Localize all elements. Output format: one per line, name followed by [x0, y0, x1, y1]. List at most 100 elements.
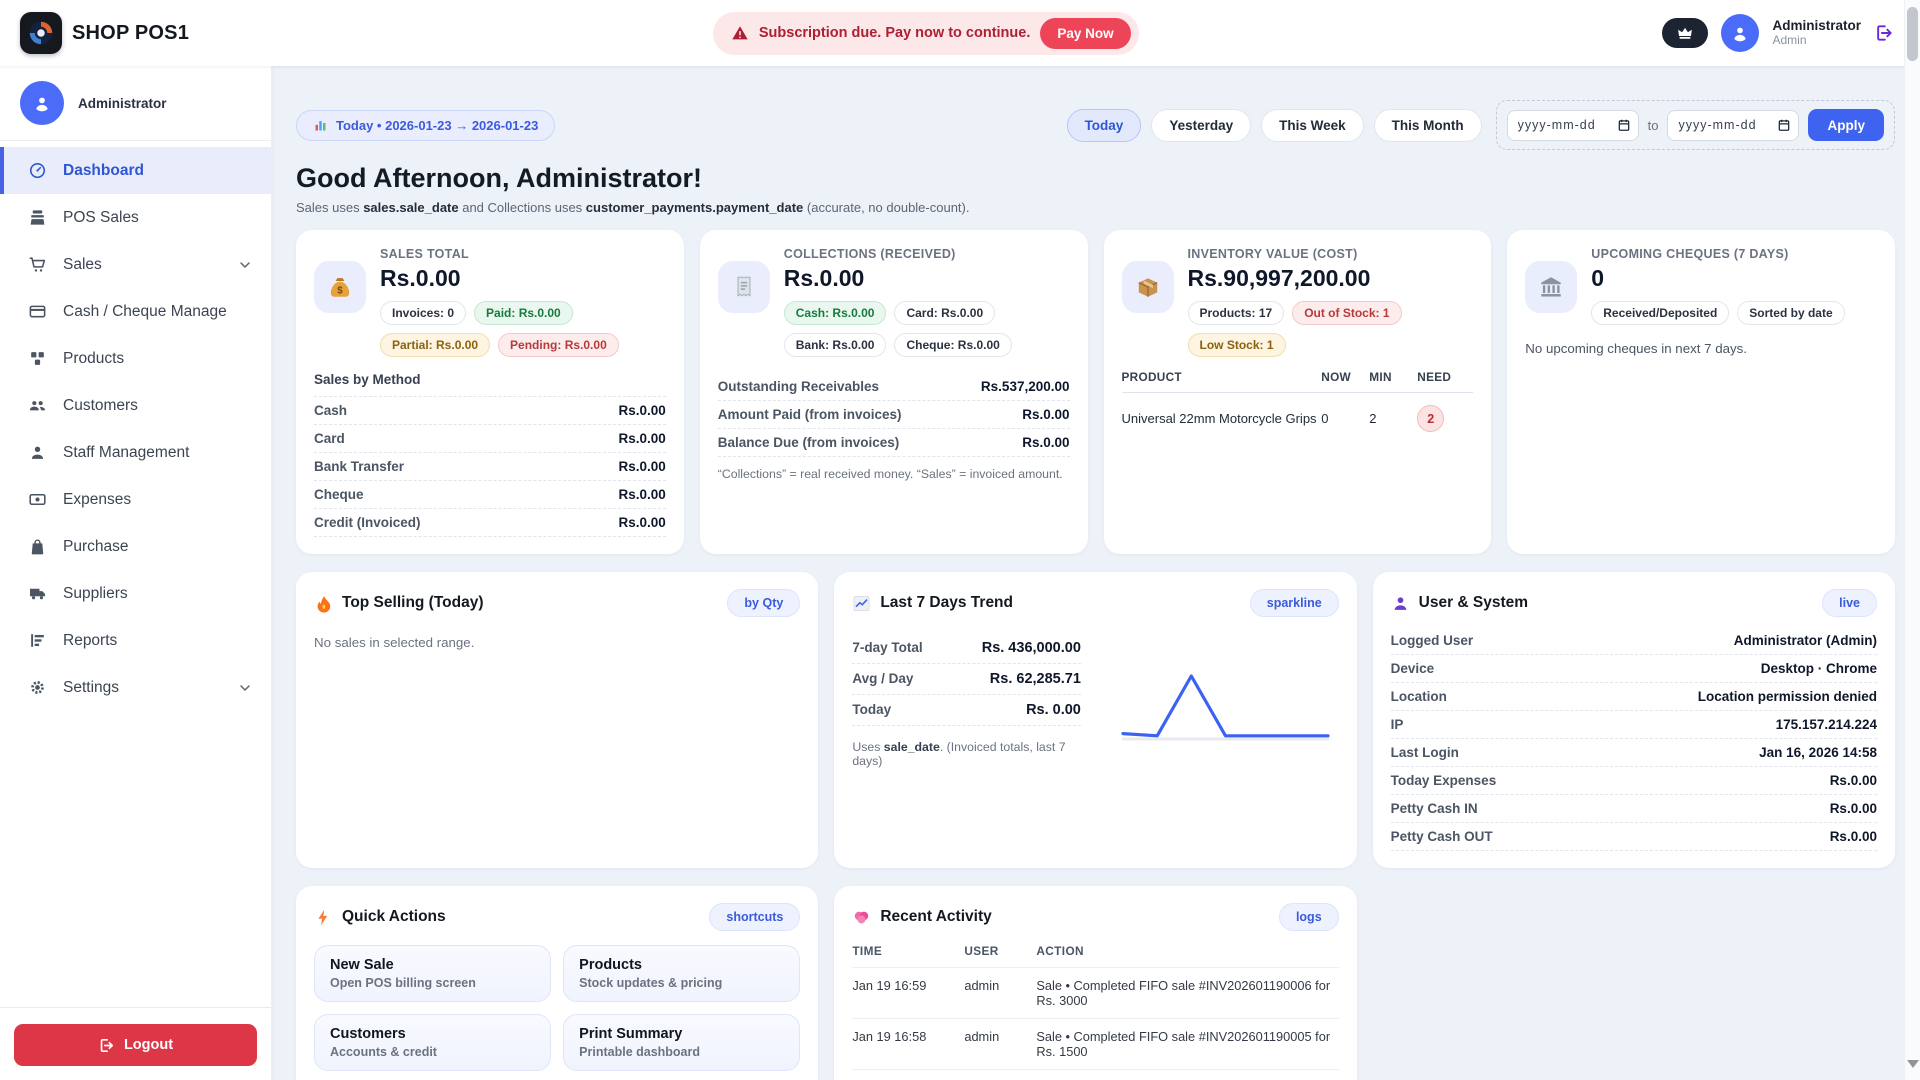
out-of-stock-badge: Out of Stock: 1: [1292, 301, 1401, 325]
live-badge: live: [1822, 589, 1877, 617]
sidebar-item-reports[interactable]: Reports: [0, 617, 271, 664]
chevron-down-icon: [237, 680, 253, 696]
kv-value: Rs. 0.00: [1026, 702, 1081, 718]
kv-label: Location: [1391, 689, 1447, 704]
scrollbar-down-arrow[interactable]: [1907, 1060, 1919, 1068]
quick-action-new-sale[interactable]: New Sale Open POS billing screen: [314, 945, 551, 1002]
logout-icon: [98, 1037, 115, 1054]
sidebar-item-suppliers[interactable]: Suppliers: [0, 570, 271, 617]
logs-badge[interactable]: logs: [1279, 903, 1339, 931]
custom-range-box: to Apply: [1496, 100, 1895, 150]
by-qty-badge[interactable]: by Qty: [727, 589, 800, 617]
money-bag-icon: $: [314, 261, 366, 313]
collections-value: Rs.0.00: [784, 265, 1070, 292]
boxes-icon: [28, 349, 47, 368]
collections-note: “Collections” = real received money. “Sa…: [718, 467, 1070, 481]
truck-icon: [28, 584, 47, 603]
stock-min: 2: [1369, 411, 1417, 426]
sparkline-badge: sparkline: [1250, 589, 1339, 617]
page-title: Good Afternoon, Administrator!: [296, 163, 1895, 194]
filter-today-button[interactable]: Today: [1067, 109, 1142, 142]
paid-badge: Paid: Rs.0.00: [474, 301, 573, 325]
sidebar-item-label: Dashboard: [63, 162, 144, 180]
sidebar-item-staff[interactable]: Staff Management: [0, 429, 271, 476]
banknote-icon: [28, 490, 47, 509]
person-icon: [1729, 22, 1751, 44]
kv-value: Rs.0.00: [1022, 407, 1069, 422]
sidebar-item-label: Suppliers: [63, 585, 128, 603]
top-selling-empty-text: No sales in selected range.: [314, 635, 800, 650]
upcoming-cheques-card: UPCOMING CHEQUES (7 DAYS) 0 Received/Dep…: [1507, 230, 1895, 554]
sidebar-item-purchase[interactable]: Purchase: [0, 523, 271, 570]
sidebar-item-customers[interactable]: Customers: [0, 382, 271, 429]
filter-yesterday-button[interactable]: Yesterday: [1151, 109, 1251, 142]
sidebar-item-settings[interactable]: Settings: [0, 664, 271, 711]
panel-title: Top Selling (Today): [342, 594, 484, 612]
user-avatar[interactable]: [1721, 14, 1759, 52]
kv-label: Last Login: [1391, 745, 1459, 760]
apply-button[interactable]: Apply: [1808, 109, 1884, 141]
column-header-action: ACTION: [1036, 944, 1338, 958]
kv-row: DeviceDesktop · Chrome: [1391, 655, 1877, 683]
kv-label: Bank Transfer: [314, 459, 404, 474]
column-header-now: NOW: [1321, 370, 1369, 384]
receipt-icon: [718, 261, 770, 313]
sidebar-avatar: [20, 81, 64, 125]
sidebar-item-sales[interactable]: Sales: [0, 241, 271, 288]
kv-value: Rs.0.00: [1830, 773, 1877, 788]
sidebar-item-pos-sales[interactable]: POS Sales: [0, 194, 271, 241]
quick-action-subtitle: Open POS billing screen: [330, 976, 535, 990]
premium-crown-button[interactable]: [1662, 18, 1708, 48]
kv-value: Jan 16, 2026 14:58: [1759, 745, 1877, 760]
kv-label: Credit (Invoiced): [314, 515, 421, 530]
date-range-text: Today • 2026-01-23 → 2026-01-23: [336, 118, 538, 133]
scrollbar-thumb[interactable]: [1907, 7, 1918, 61]
activity-user: admin: [964, 1029, 1036, 1059]
lightning-icon: [314, 908, 333, 927]
chevron-down-icon: [237, 257, 253, 273]
sidebar-item-expenses[interactable]: Expenses: [0, 476, 271, 523]
topbar: SHOP POS1 Subscription due. Pay now to c…: [0, 0, 1920, 66]
invoices-badge: Invoices: 0: [380, 301, 466, 325]
cheque-badge: Cheque: Rs.0.00: [894, 333, 1011, 357]
kv-value: Location permission denied: [1698, 689, 1877, 704]
sparkline-chart: [1081, 633, 1339, 768]
page-subtitle: Sales uses sales.sale_date and Collectio…: [296, 200, 1895, 215]
kv-row: Credit (Invoiced)Rs.0.00: [314, 509, 666, 537]
sidebar-item-label: Sales: [63, 256, 102, 274]
quick-action-title: New Sale: [330, 957, 535, 973]
sidebar-item-cash-cheque[interactable]: Cash / Cheque Manage: [0, 288, 271, 335]
subscription-alert-text: Subscription due. Pay now to continue.: [759, 25, 1031, 41]
kv-value: Rs.537,200.00: [981, 379, 1070, 394]
column-header-user: USER: [964, 944, 1036, 958]
table-row: Jan 19 16:59 admin Sale • Completed FIFO…: [852, 967, 1338, 1018]
sidebar-item-label: POS Sales: [63, 209, 139, 227]
logout-button[interactable]: Logout: [14, 1024, 257, 1066]
kv-label: Avg / Day: [852, 671, 913, 687]
sidebar-item-label: Cash / Cheque Manage: [63, 303, 227, 321]
sidebar-item-products[interactable]: Products: [0, 335, 271, 382]
main-content: Today • 2026-01-23 → 2026-01-23 Today Ye…: [272, 66, 1920, 1080]
sidebar-item-label: Purchase: [63, 538, 128, 556]
kv-value: Rs.0.00: [618, 403, 665, 418]
kv-label: Card: [314, 431, 345, 446]
filter-this-week-button[interactable]: This Week: [1261, 109, 1364, 142]
logout-icon[interactable]: [1874, 23, 1894, 43]
kv-row: Last Login Jan 16, 2026 14:58: [1391, 739, 1877, 767]
trend-panel: Last 7 Days Trend sparkline 7-day TotalR…: [834, 572, 1356, 868]
pay-now-button[interactable]: Pay Now: [1040, 18, 1130, 49]
sidebar-item-dashboard[interactable]: Dashboard: [0, 147, 271, 194]
scrollbar[interactable]: [1904, 0, 1920, 1080]
quick-action-products[interactable]: Products Stock updates & pricing: [563, 945, 800, 1002]
user-icon: [1391, 594, 1410, 613]
table-row: Jan 19 16:52 admin Sale • Completed FIFO…: [852, 1069, 1338, 1080]
quick-action-customers[interactable]: Customers Accounts & credit: [314, 1014, 551, 1071]
partial-badge: Partial: Rs.0.00: [380, 333, 490, 357]
date-from-input[interactable]: [1507, 110, 1639, 141]
brand: SHOP POS1: [20, 12, 189, 54]
filter-this-month-button[interactable]: This Month: [1374, 109, 1482, 142]
kv-value: Rs.0.00: [618, 431, 665, 446]
quick-action-print-summary[interactable]: Print Summary Printable dashboard: [563, 1014, 800, 1071]
kv-label: IP: [1391, 717, 1404, 732]
date-to-input[interactable]: [1667, 110, 1799, 141]
